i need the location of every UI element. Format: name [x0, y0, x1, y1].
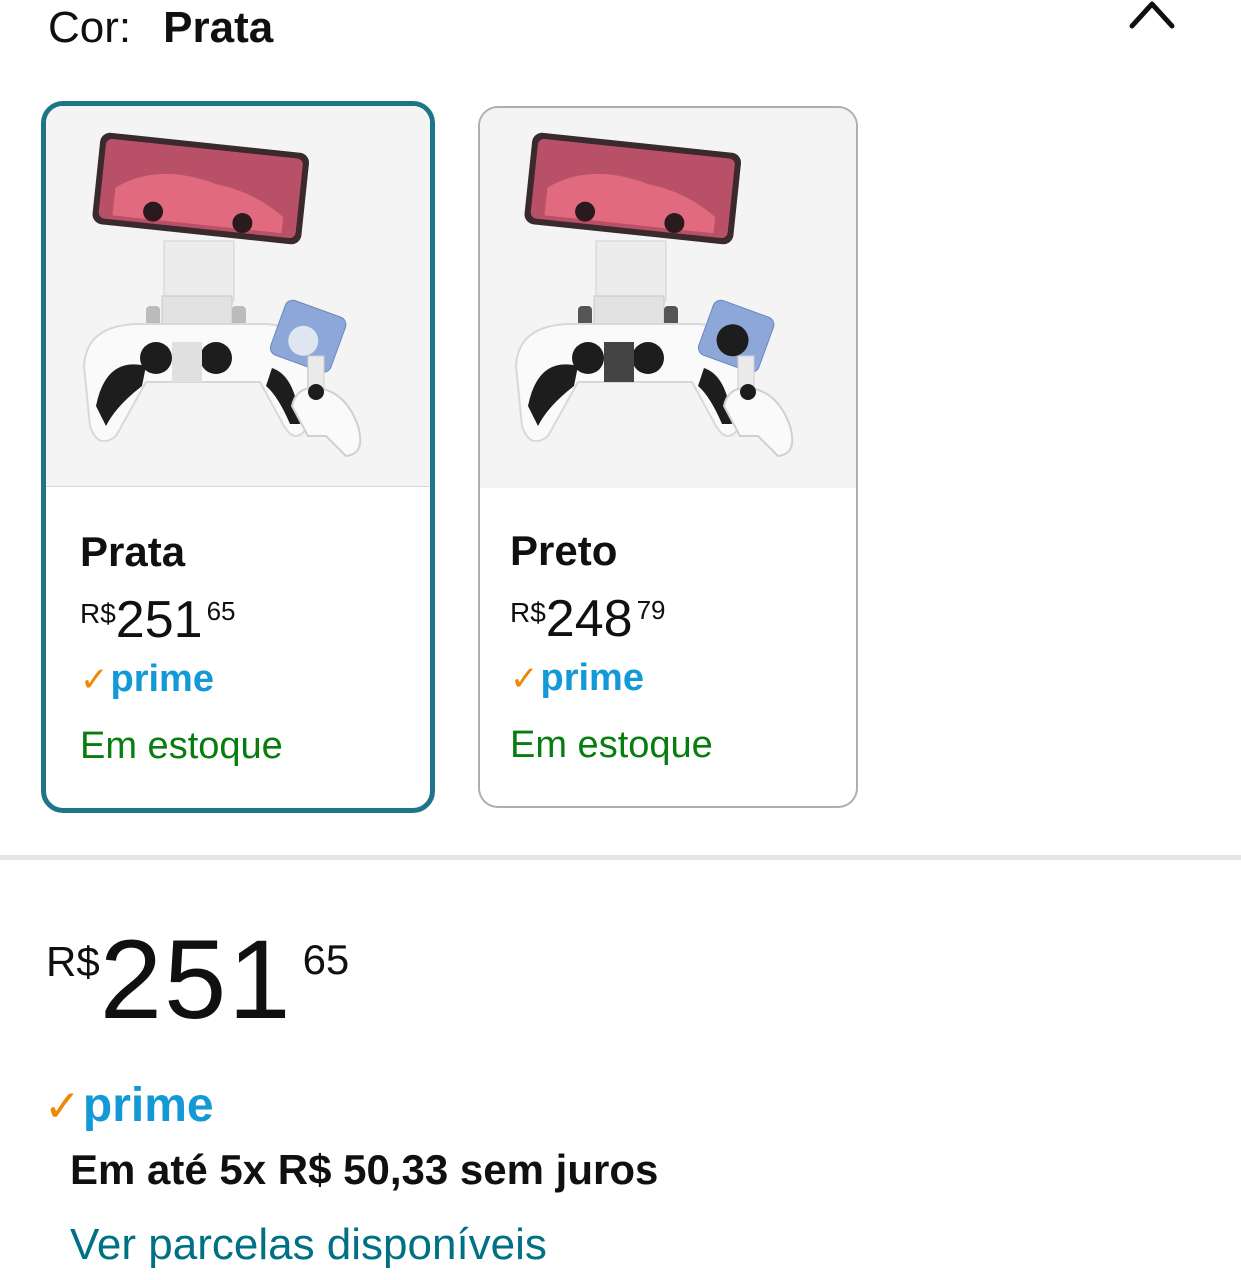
stock-status: Em estoque — [80, 725, 283, 767]
prime-badge: ✓ prime — [80, 658, 283, 716]
price-fraction: 79 — [636, 595, 666, 625]
swatch-price: R$ 251 65 — [80, 588, 283, 658]
prime-logo-text: prime — [110, 658, 214, 700]
price-fraction: 65 — [206, 596, 236, 626]
main-price: R$ 251 65 — [46, 924, 349, 1036]
swatch-info-prata: Prata R$ 251 65 ✓ prime Em estoque — [80, 524, 283, 776]
swatch-info-preto: Preto R$ 248 79 ✓ prime Em estoque — [510, 523, 713, 775]
main-price-currency: R$ — [46, 938, 100, 985]
main-price-fraction: 65 — [302, 936, 350, 983]
price-whole: 248 — [545, 590, 633, 648]
selected-color-value: Prata — [163, 3, 274, 52]
view-installments-link[interactable]: Ver parcelas disponíveis — [70, 1220, 547, 1270]
price-currency: R$ — [80, 598, 116, 629]
installments-text: Em até 5x R$ 50,33 sem juros — [70, 1146, 659, 1193]
main-price-whole: 251 — [99, 917, 293, 1042]
color-swatch-preto[interactable]: Preto R$ 248 79 ✓ prime Em estoque — [478, 106, 858, 808]
prime-logo-text: prime — [540, 657, 644, 699]
stock-status: Em estoque — [510, 724, 713, 766]
swatch-name: Prata — [80, 528, 186, 575]
prime-check-icon: ✓ — [80, 661, 109, 699]
product-image-preto — [480, 108, 856, 488]
price-whole: 251 — [115, 591, 203, 649]
prime-check-icon: ✓ — [510, 660, 539, 698]
swatch-name: Preto — [510, 527, 618, 574]
prime-badge-main: ✓ prime — [44, 1078, 214, 1133]
swatch-price: R$ 248 79 — [510, 587, 713, 657]
prime-logo-text: prime — [82, 1079, 214, 1132]
section-divider — [0, 855, 1241, 860]
prime-badge: ✓ prime — [510, 657, 713, 715]
chevron-up-icon[interactable] — [1128, 0, 1176, 30]
product-image-prata — [46, 106, 430, 487]
color-selector-header: Cor: Prata — [48, 0, 273, 56]
prime-check-icon: ✓ — [44, 1082, 81, 1131]
color-swatch-prata[interactable]: Prata R$ 251 65 ✓ prime Em estoque — [41, 101, 435, 813]
color-label: Cor: — [48, 3, 132, 52]
price-currency: R$ — [510, 597, 546, 628]
